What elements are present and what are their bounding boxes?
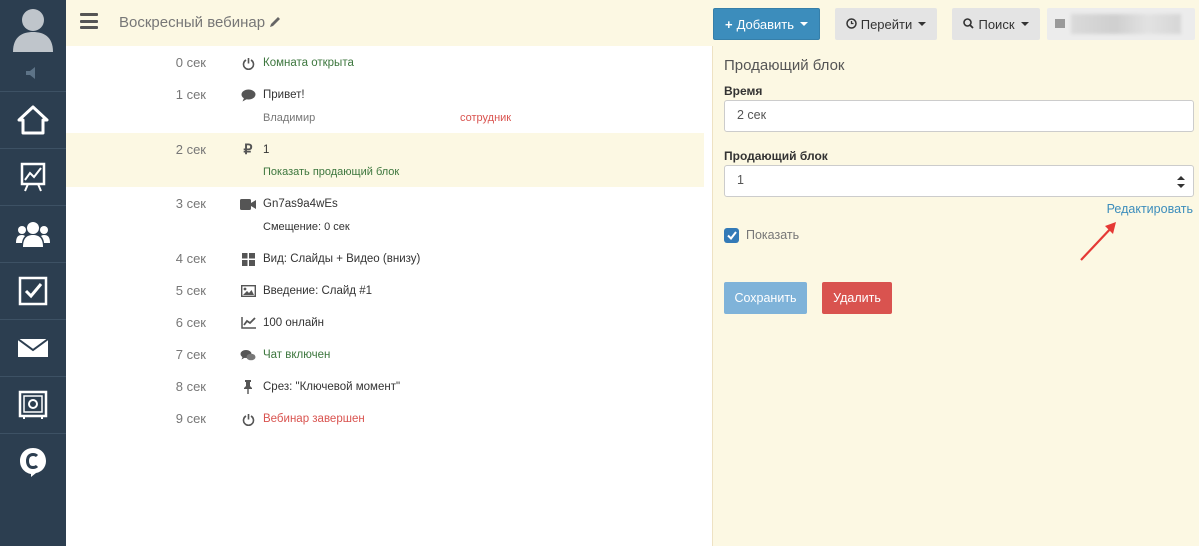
event-time: 8 сек — [175, 379, 206, 394]
comments-icon — [240, 347, 256, 363]
block-select[interactable]: 1 — [724, 165, 1194, 197]
timeline-row[interactable]: 4 сек Вид: Слайды + Видео (внизу) — [66, 242, 704, 274]
event-text: Чат включен — [263, 349, 331, 361]
time-field-label: Время — [724, 84, 763, 98]
caret-down-icon — [800, 22, 809, 26]
go-button[interactable]: Перейти — [835, 8, 937, 40]
event-text: Срез: "Ключевой момент" — [263, 381, 401, 393]
event-subtext: Смещение: 0 сек — [263, 221, 350, 233]
sidebar — [0, 0, 66, 546]
event-subtext: Показать продающий блок — [263, 166, 400, 178]
event-text: Введение: Слайд #1 — [263, 285, 372, 297]
event-text: Вебинар завершен — [263, 413, 365, 425]
event-time: 3 сек — [175, 196, 206, 211]
save-button[interactable]: Сохранить — [724, 282, 807, 314]
page-title-text: Воскресный вебинар — [119, 14, 266, 31]
event-text: Вид: Слайды + Видео (внизу) — [263, 253, 421, 265]
event-time: 9 сек — [175, 411, 206, 426]
annotation-arrow-icon — [1080, 222, 1116, 261]
user-name-blurred — [1071, 14, 1181, 34]
search-button-label: Поиск — [978, 16, 1015, 32]
avatar[interactable] — [0, 0, 66, 58]
search-button[interactable]: Поиск — [952, 8, 1040, 40]
timeline-row[interactable]: 3 сек Gn7as9a4wEs Смещение: 0 сек — [66, 187, 704, 242]
page-title: Воскресный вебинар — [119, 14, 282, 32]
event-text: 1 — [263, 144, 270, 156]
delete-button[interactable]: Удалить — [822, 282, 892, 314]
power-icon — [240, 55, 256, 71]
users-icon[interactable] — [0, 205, 66, 262]
event-text: Комната открыта — [263, 57, 354, 69]
plus-icon: + — [724, 16, 733, 32]
checkbox-task-icon[interactable] — [0, 262, 66, 319]
event-text: 100 онлайн — [263, 317, 325, 329]
event-time: 5 сек — [175, 283, 206, 298]
safe-icon[interactable] — [0, 376, 66, 433]
image-icon — [240, 283, 256, 299]
selling-block-panel: Продающий блок Время 2 сек Продающий бло… — [712, 46, 1199, 546]
time-input[interactable]: 2 сек — [724, 100, 1194, 132]
comment-icon — [240, 87, 256, 103]
event-time: 1 сек — [175, 87, 206, 102]
timeline-row[interactable]: 1 сек Привет! Владимир сотрудник — [66, 78, 704, 133]
ruble-icon: ₽ — [243, 140, 253, 157]
event-text: Привет! — [263, 89, 305, 101]
chat-logo-icon[interactable] — [0, 433, 66, 490]
go-button-label: Перейти — [860, 16, 913, 32]
home-icon[interactable] — [0, 91, 66, 148]
mail-icon[interactable] — [0, 319, 66, 376]
presentation-chart-icon[interactable] — [0, 148, 66, 205]
caret-down-icon — [1020, 22, 1029, 26]
chart-line-icon — [240, 315, 256, 331]
timeline-row-selected[interactable]: 2 сек ₽ 1 Показать продающий блок — [66, 133, 704, 187]
show-checkbox-label[interactable]: Показать — [746, 228, 799, 242]
time-input-value: 2 сек — [737, 108, 767, 122]
event-time: 7 сек — [175, 347, 206, 362]
edit-link[interactable]: Редактировать — [1107, 202, 1193, 216]
event-time: 0 сек — [175, 55, 206, 70]
event-time: 6 сек — [175, 315, 206, 330]
timeline-row[interactable]: 0 сек Комната открыта — [66, 46, 704, 78]
pin-icon — [240, 379, 256, 395]
clock-icon — [845, 17, 857, 32]
block-select-value: 1 — [737, 173, 744, 187]
header: Воскресный вебинар + Добавить Перейти По… — [66, 0, 1199, 46]
power-icon — [240, 411, 256, 427]
timeline-row[interactable]: 8 сек Срез: "Ключевой момент" — [66, 370, 704, 402]
add-button-label: Добавить — [736, 16, 795, 32]
block-field-label: Продающий блок — [724, 149, 828, 163]
caret-down-icon — [918, 22, 927, 26]
event-time: 4 сек — [175, 251, 206, 266]
video-icon — [240, 196, 256, 212]
timeline-row[interactable]: 7 сек Чат включен — [66, 338, 704, 370]
event-text: Gn7as9a4wEs — [263, 198, 338, 210]
select-arrows-icon — [1177, 175, 1185, 189]
timeline: 0 сек Комната открыта 1 сек Привет! Влад… — [66, 46, 704, 546]
volume-icon[interactable] — [0, 58, 66, 88]
layout-grid-icon — [240, 251, 256, 267]
event-time: 2 сек — [175, 142, 206, 157]
message-author: Владимир — [263, 112, 316, 124]
author-role-badge: сотрудник — [460, 112, 512, 124]
timeline-row[interactable]: 5 сек Введение: Слайд #1 — [66, 274, 704, 306]
hamburger-menu-icon[interactable] — [80, 13, 98, 29]
show-checkbox[interactable] — [724, 228, 739, 243]
user-menu-button[interactable] — [1047, 8, 1195, 40]
search-icon — [963, 17, 975, 32]
add-button[interactable]: + Добавить — [713, 8, 820, 40]
timeline-row[interactable]: 6 сек 100 онлайн — [66, 306, 704, 338]
pencil-icon[interactable] — [269, 15, 282, 32]
check-icon — [726, 231, 737, 240]
user-avatar-blurred — [1055, 19, 1065, 28]
panel-title: Продающий блок — [724, 57, 845, 74]
timeline-row[interactable]: 9 сек Вебинар завершен — [66, 402, 704, 434]
